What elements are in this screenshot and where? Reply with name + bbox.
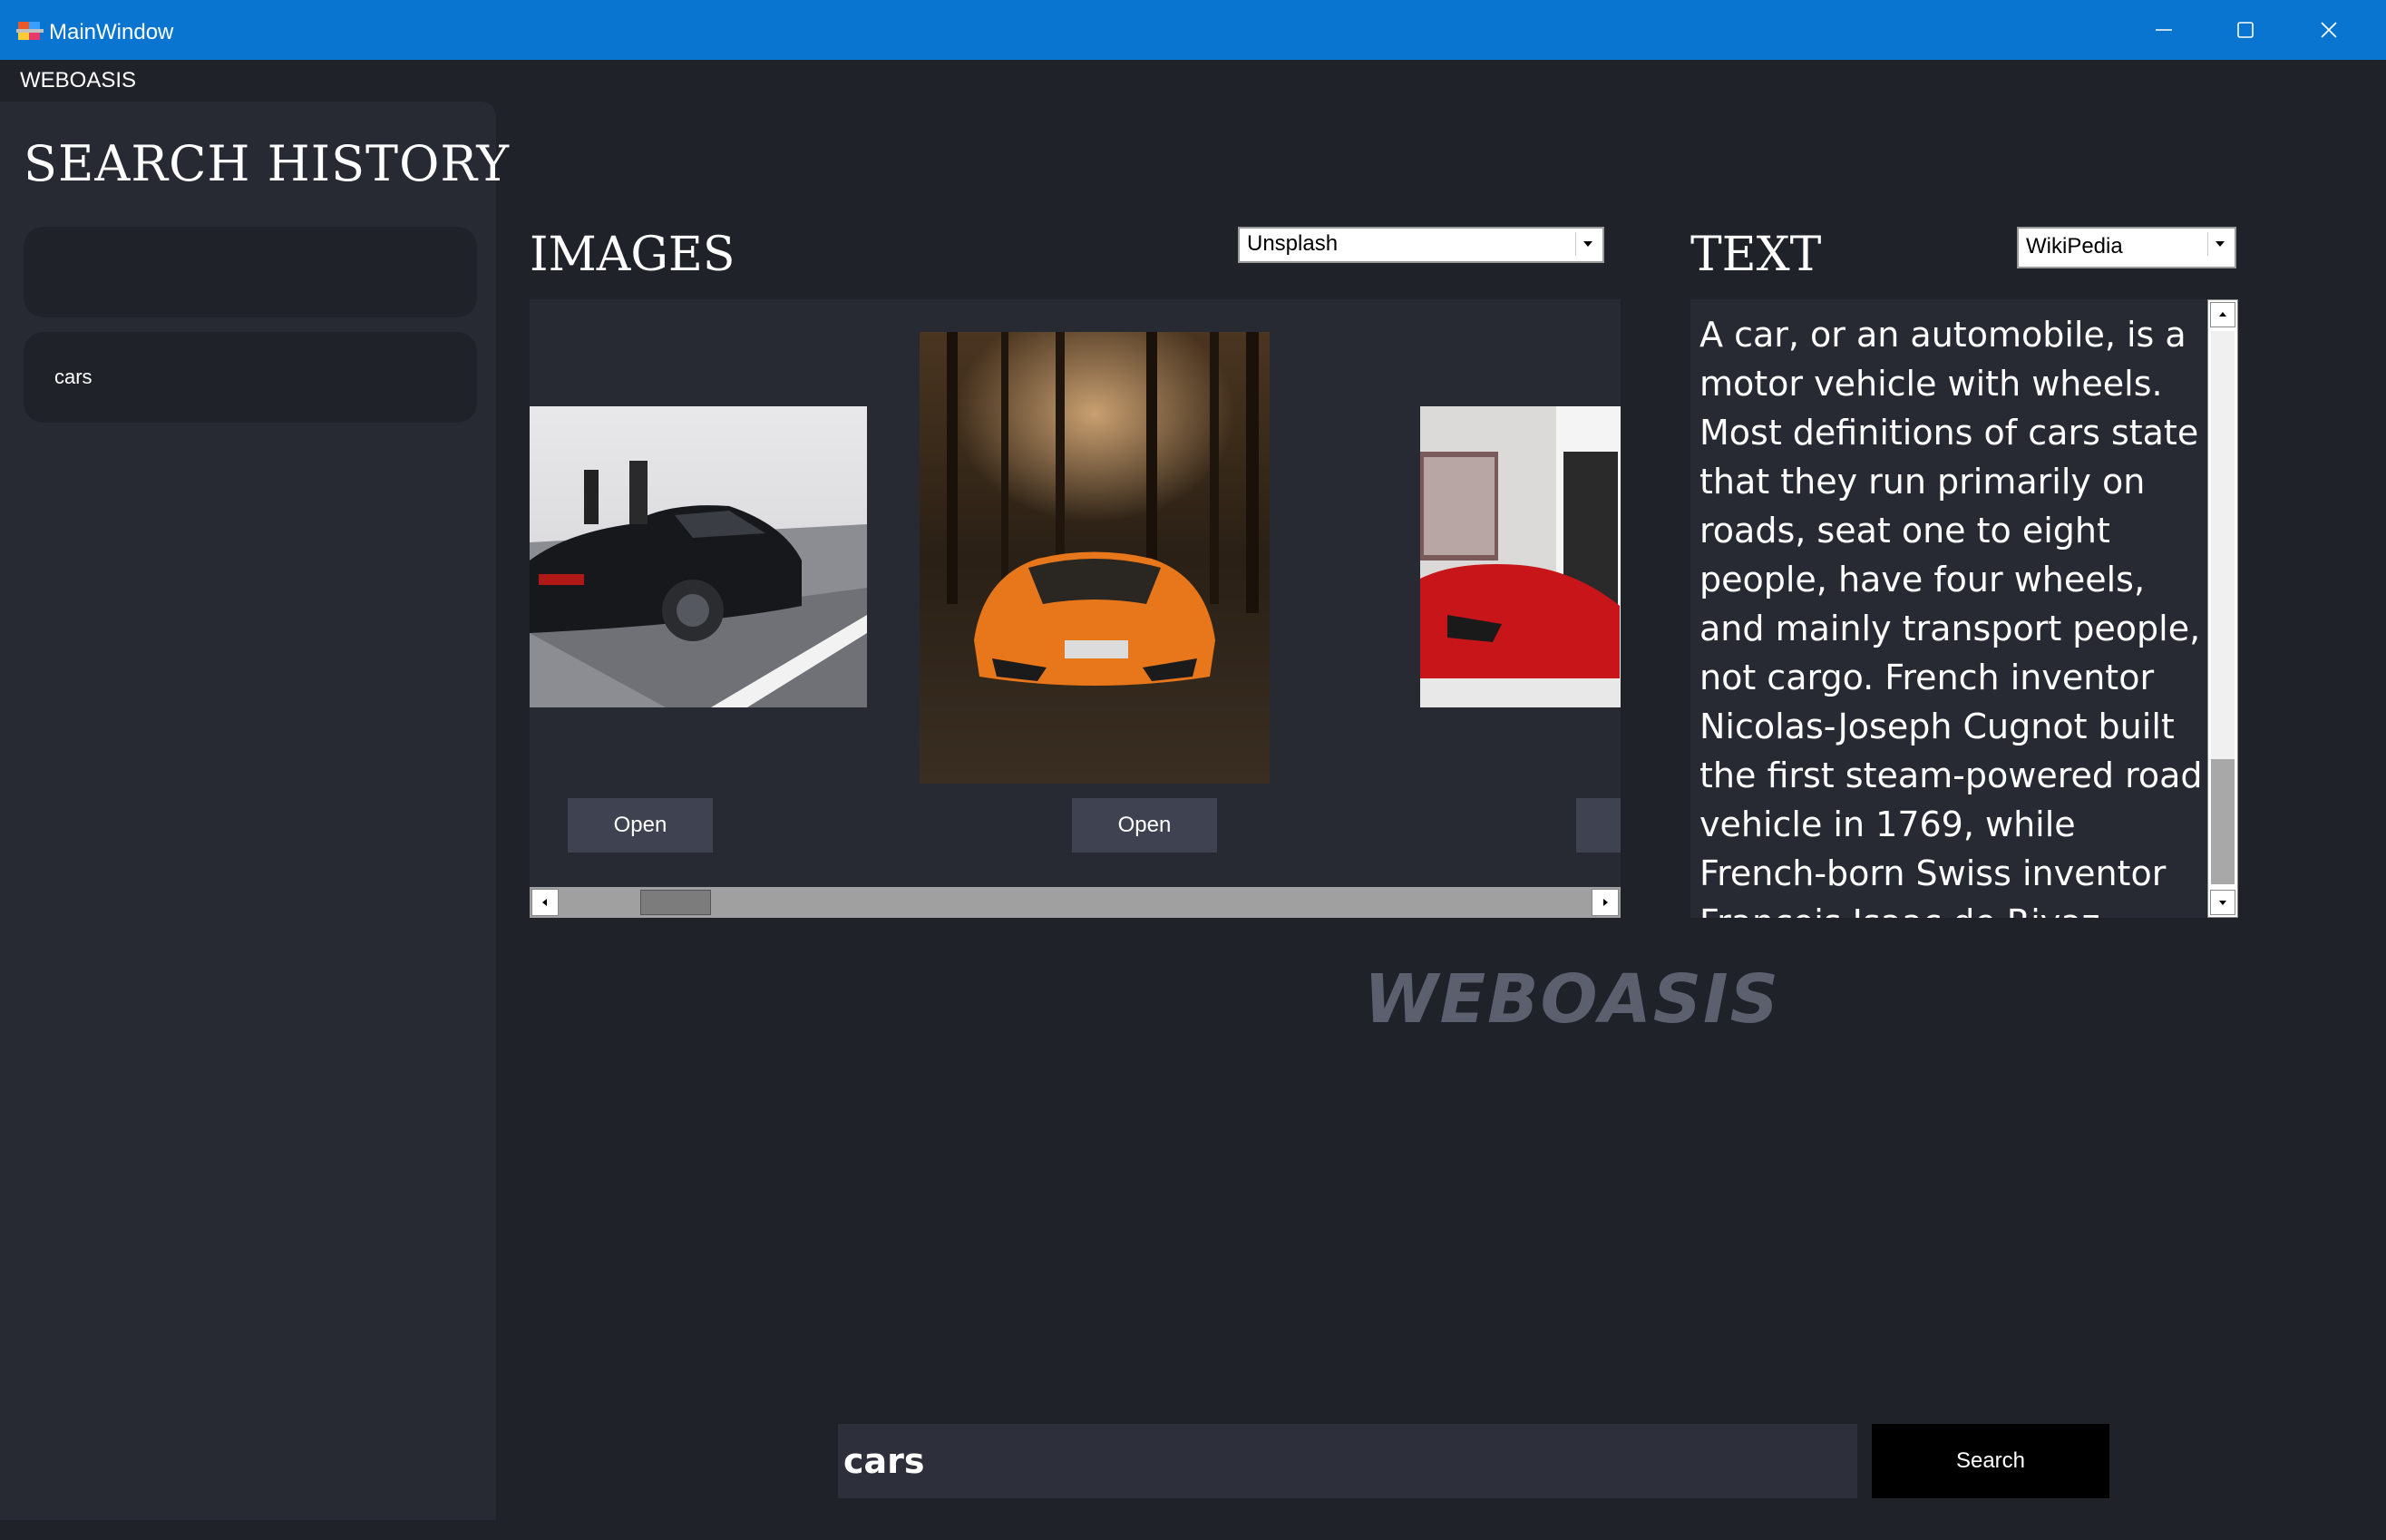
weboasis-logo: WEBOASIS <box>1364 960 1780 1038</box>
scroll-down-button[interactable] <box>2210 890 2235 915</box>
close-button[interactable] <box>2287 0 2371 60</box>
image-card-red-car <box>1420 406 1621 707</box>
minimize-icon <box>2156 29 2172 31</box>
image-source-dropdown[interactable]: Unsplash <box>1238 227 1604 263</box>
black-sports-car-image <box>530 406 867 707</box>
image-card-black-car <box>530 406 867 707</box>
arrow-right-icon <box>1603 899 1608 906</box>
chevron-down-icon <box>1575 232 1599 256</box>
minimize-button[interactable] <box>2122 0 2206 60</box>
main-window: MainWindow WEBOASIS SEARCH HISTORY cars … <box>0 0 2386 1540</box>
red-sports-car-image <box>1420 406 1621 707</box>
app-icon <box>16 22 44 40</box>
menu-bar <box>0 60 2386 102</box>
window-title: MainWindow <box>49 20 174 44</box>
chevron-down-icon <box>2207 232 2231 256</box>
menu-item-weboasis[interactable]: WEBOASIS <box>20 67 136 94</box>
arrow-left-icon <box>542 899 547 906</box>
maximize-button[interactable] <box>2204 0 2287 60</box>
orange-supercar-image <box>920 332 1270 784</box>
text-source-dropdown[interactable]: WikiPedia <box>2017 227 2236 268</box>
scroll-right-button[interactable] <box>1592 889 1619 916</box>
images-title: IMAGES <box>530 228 735 282</box>
scroll-up-button[interactable] <box>2210 302 2235 327</box>
text-source-value: WikiPedia <box>2026 234 2123 258</box>
open-image-button[interactable]: Open <box>568 798 713 853</box>
history-item-label: cars <box>54 366 93 388</box>
open-image-button[interactable]: Open <box>1576 798 1621 853</box>
scroll-left-button[interactable] <box>531 889 559 916</box>
images-horizontal-scrollbar[interactable] <box>530 887 1621 918</box>
scroll-thumb[interactable] <box>640 890 711 915</box>
history-item-cars[interactable]: cars <box>24 332 477 423</box>
text-title: TEXT <box>1690 228 1822 282</box>
search-button[interactable]: Search <box>1872 1424 2109 1498</box>
scroll-thumb[interactable] <box>2211 759 2235 884</box>
history-item[interactable] <box>24 227 477 317</box>
image-card-orange-car <box>920 332 1270 784</box>
close-icon <box>2321 22 2337 38</box>
search-input[interactable] <box>838 1424 1857 1498</box>
open-image-button[interactable]: Open <box>1072 798 1217 853</box>
title-bar: MainWindow <box>0 0 2386 60</box>
search-history-title: SEARCH HISTORY <box>24 135 510 192</box>
images-panel: Open Open Open <box>530 299 1621 918</box>
text-vertical-scrollbar[interactable] <box>2207 299 2238 918</box>
arrow-down-icon <box>2219 901 2226 905</box>
text-result-panel: A car, or an automobile, is a motor vehi… <box>1690 299 2207 918</box>
text-result-content: A car, or an automobile, is a motor vehi… <box>1699 315 2203 918</box>
arrow-up-icon <box>2219 312 2226 317</box>
maximize-icon <box>2237 22 2254 38</box>
image-source-value: Unsplash <box>1247 231 1339 256</box>
